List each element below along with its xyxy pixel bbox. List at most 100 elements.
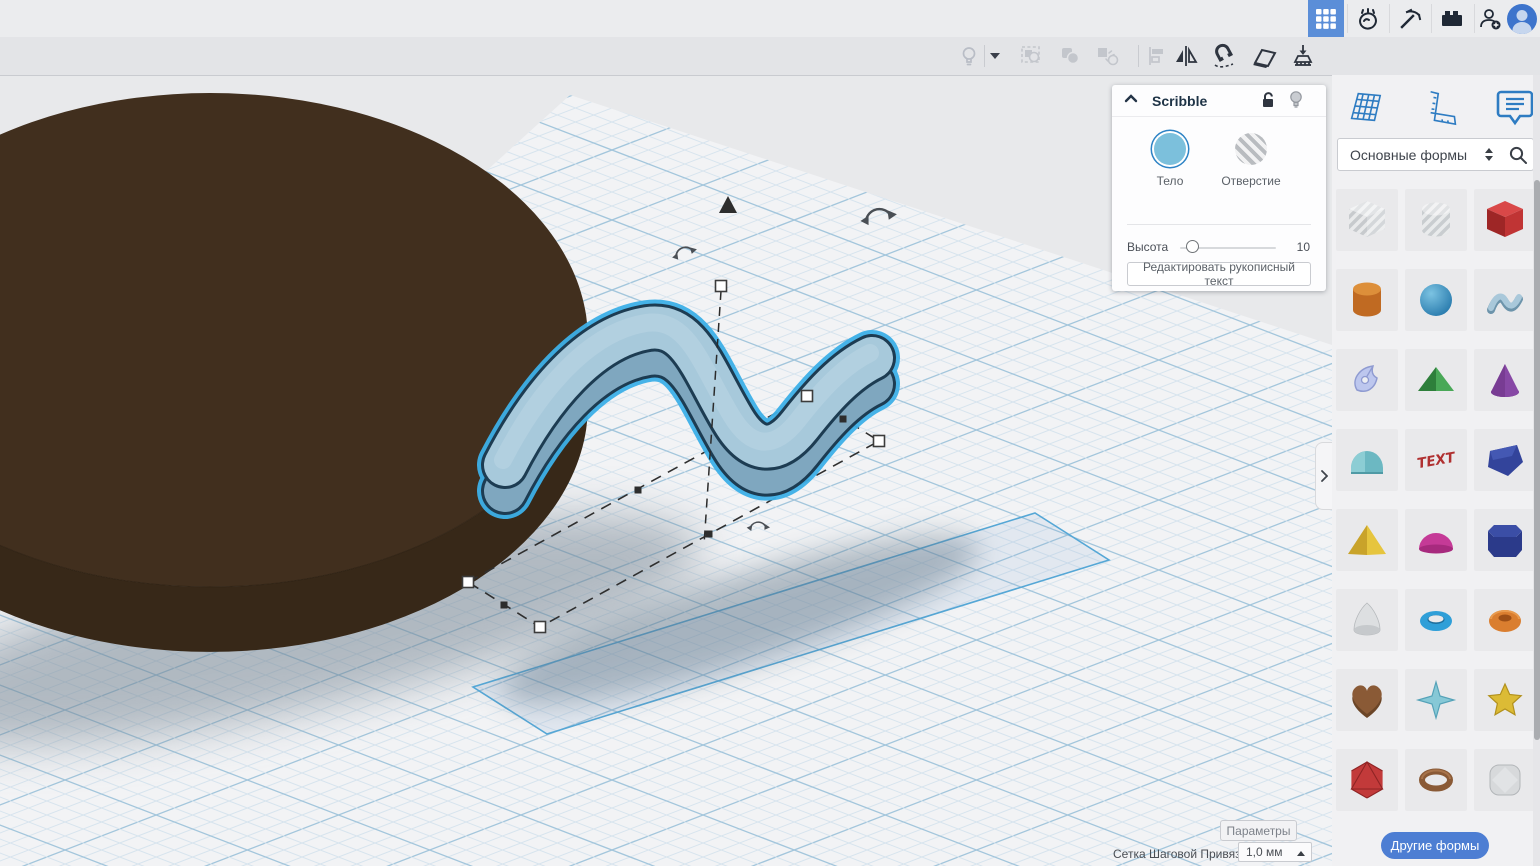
chevron-down-icon xyxy=(990,53,1000,59)
roof-icon xyxy=(1412,356,1460,404)
workplane-tool-button[interactable] xyxy=(1344,85,1384,129)
align-button[interactable] xyxy=(1143,43,1171,69)
top-app-bar xyxy=(0,0,1540,38)
height-label: Высота xyxy=(1127,240,1168,254)
shape-tile-hole-cylinder[interactable] xyxy=(1405,189,1467,251)
chevron-up-icon xyxy=(1297,851,1305,856)
notes-icon xyxy=(1495,87,1535,127)
ruler-tool-button[interactable] xyxy=(1423,85,1463,129)
shape-tile-polygon[interactable] xyxy=(1474,429,1536,491)
shape-tile-roof[interactable] xyxy=(1405,349,1467,411)
height-slider-thumb[interactable] xyxy=(1186,240,1199,253)
mode-3d-design-button[interactable] xyxy=(1308,0,1344,37)
snap-button[interactable] xyxy=(1210,43,1238,69)
sidebar-scrollbar[interactable] xyxy=(1533,75,1540,866)
box-icon xyxy=(1481,196,1529,244)
shape-tile-icosahedron[interactable] xyxy=(1336,749,1398,811)
divider xyxy=(1431,4,1432,33)
edit-scribble-button[interactable]: Редактировать рукописный текст xyxy=(1127,262,1311,286)
scrollbar-thumb[interactable] xyxy=(1534,180,1540,740)
pyramid-icon xyxy=(1343,516,1391,564)
shape-gallery: TEXT xyxy=(1336,189,1536,811)
bezier-icon xyxy=(1343,356,1391,404)
snap-grid-dropdown[interactable]: 1,0 мм xyxy=(1238,842,1312,862)
hole-label: Отверстие xyxy=(1218,174,1284,188)
grid-icon xyxy=(1315,8,1337,30)
collapse-panel-button[interactable] xyxy=(1124,94,1138,103)
view-settings-dropdown[interactable] xyxy=(986,43,1004,69)
shape-tile-sphere[interactable] xyxy=(1405,269,1467,331)
invite-button[interactable] xyxy=(1476,0,1504,37)
panel-title: Scribble xyxy=(1152,93,1207,109)
mirror-button[interactable] xyxy=(1172,43,1200,69)
mode-sim-button[interactable] xyxy=(1350,0,1386,37)
shape-tile-round-roof[interactable] xyxy=(1336,429,1398,491)
parameters-button[interactable]: Параметры xyxy=(1220,820,1297,841)
sidebar-collapse-tab[interactable] xyxy=(1315,442,1332,510)
shape-tile-tube[interactable] xyxy=(1405,589,1467,651)
round-roof-icon xyxy=(1343,436,1391,484)
ungroup-button[interactable] xyxy=(1056,43,1084,69)
shape-tile-ring[interactable] xyxy=(1405,749,1467,811)
workplane-icon xyxy=(1250,43,1278,69)
hole-box-icon xyxy=(1343,196,1391,244)
hand-icon xyxy=(1355,6,1381,32)
cylinder-icon xyxy=(1343,276,1391,324)
ruler-button[interactable] xyxy=(1289,43,1317,69)
avatar-icon xyxy=(1506,3,1538,35)
solid-mode-option[interactable]: Тело xyxy=(1137,133,1203,188)
tube-icon xyxy=(1412,596,1460,644)
shape-tile-paraboloid[interactable] xyxy=(1336,589,1398,651)
shape-tile-dice[interactable] xyxy=(1474,749,1536,811)
group-button[interactable] xyxy=(1018,43,1046,69)
ring-icon xyxy=(1412,756,1460,804)
shape-tile-bezier[interactable] xyxy=(1336,349,1398,411)
hex-prism-icon xyxy=(1481,516,1529,564)
hide-bulb-icon[interactable] xyxy=(1288,90,1304,110)
shape-tile-heart[interactable] xyxy=(1336,669,1398,731)
shape-tile-star-5[interactable] xyxy=(1474,669,1536,731)
divider xyxy=(1389,4,1390,33)
shape-tile-hole-box[interactable] xyxy=(1336,189,1398,251)
shape-tile-hex-prism[interactable] xyxy=(1474,509,1536,571)
divider xyxy=(1127,224,1311,225)
workplane-button[interactable] xyxy=(1250,43,1278,69)
mode-blocks-button[interactable] xyxy=(1392,0,1428,37)
shape-category-select[interactable]: Основные формы xyxy=(1337,138,1503,171)
shape-tile-cylinder[interactable] xyxy=(1336,269,1398,331)
shape-tile-text[interactable]: TEXT xyxy=(1405,429,1467,491)
mode-bricks-button[interactable] xyxy=(1434,0,1470,37)
search-shapes-button[interactable] xyxy=(1502,138,1534,171)
star-4-icon xyxy=(1412,676,1460,724)
solid-swatch xyxy=(1154,133,1186,165)
ruler-icon xyxy=(1289,43,1317,69)
notes-tool-button[interactable] xyxy=(1495,85,1535,129)
shape-tile-scribble[interactable] xyxy=(1474,269,1536,331)
unlock-icon[interactable] xyxy=(1260,91,1276,109)
paraboloid-icon xyxy=(1343,596,1391,644)
ungroup-icon xyxy=(1058,44,1082,68)
view-settings-button[interactable] xyxy=(955,43,983,69)
height-value: 10 xyxy=(1297,240,1310,254)
divider xyxy=(1474,4,1475,33)
divider xyxy=(984,45,985,67)
account-avatar[interactable] xyxy=(1504,0,1540,37)
pickaxe-icon xyxy=(1397,6,1423,32)
polygon-icon xyxy=(1481,436,1529,484)
shape-tile-star-4[interactable] xyxy=(1405,669,1467,731)
hole-mode-option[interactable]: Отверстие xyxy=(1218,133,1284,188)
edit-toolbar: Импорт Экспорт Отправить xyxy=(0,37,1540,76)
shape-tile-half-sphere[interactable] xyxy=(1405,509,1467,571)
divider xyxy=(1347,4,1348,33)
shape-tile-cone[interactable] xyxy=(1474,349,1536,411)
more-shapes-button[interactable]: Другие формы xyxy=(1381,832,1489,859)
shape-tile-torus[interactable] xyxy=(1474,589,1536,651)
magnet-icon xyxy=(1210,43,1238,69)
ungroup-all-button[interactable] xyxy=(1094,43,1122,69)
tinkercad-app: Импорт Экспорт Отправить Scribble xyxy=(0,0,1540,866)
shape-tile-pyramid[interactable] xyxy=(1336,509,1398,571)
shape-tile-box[interactable] xyxy=(1474,189,1536,251)
heart-icon xyxy=(1343,676,1391,724)
dice-icon xyxy=(1481,756,1529,804)
icosahedron-icon xyxy=(1343,756,1391,804)
